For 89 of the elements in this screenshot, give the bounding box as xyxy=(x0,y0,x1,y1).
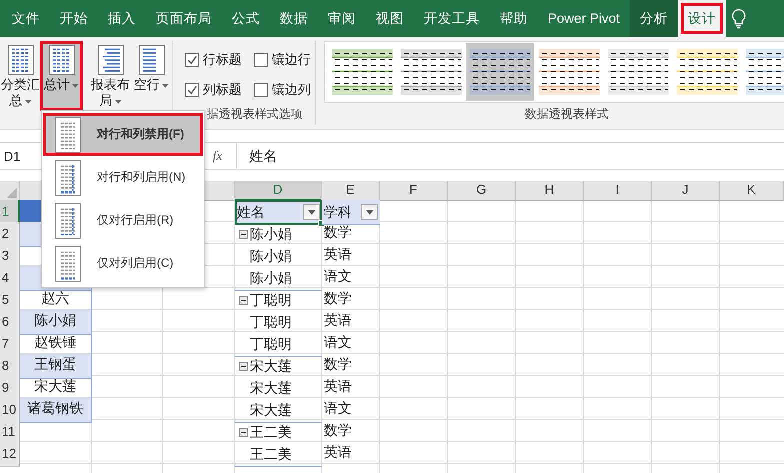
checkbox-option[interactable]: 镶边列 xyxy=(254,81,315,99)
caret-icon xyxy=(366,210,374,214)
table-cell: 陈小娟 xyxy=(20,310,92,335)
checkbox-option[interactable]: 列标题 xyxy=(185,81,246,99)
table-cell: 英语 xyxy=(324,378,352,394)
ribbon-tab[interactable]: 公式 xyxy=(222,0,270,37)
table-cell-text: 宋大莲 xyxy=(250,379,292,398)
table-icon xyxy=(138,45,164,75)
column-header[interactable]: H xyxy=(516,181,584,201)
table-cell: 数学 xyxy=(324,422,352,438)
checkmark-icon xyxy=(186,84,198,96)
checkbox-option[interactable]: 行标题 xyxy=(185,51,246,69)
column-header[interactable]: J xyxy=(652,181,720,201)
table-cell-text: 王二美 xyxy=(250,444,292,464)
ribbon-tab[interactable]: Power Pivot xyxy=(538,0,630,37)
menu-item[interactable]: 对行和列启用(N) xyxy=(43,156,203,199)
ribbon-tab[interactable]: 开发工具 xyxy=(414,0,490,37)
group-label: 数据透视表样式 xyxy=(524,106,610,123)
ribbon-tab[interactable]: 页面布局 xyxy=(146,0,222,37)
filter-button[interactable] xyxy=(361,204,378,220)
table-cell: 英语 xyxy=(324,444,352,460)
column-header[interactable]: I xyxy=(584,181,652,201)
menu-item[interactable]: 对行和列禁用(F) xyxy=(43,113,203,156)
table-cell-text: 丁聪明 xyxy=(250,313,292,332)
column-header[interactable]: D xyxy=(235,181,322,201)
table-icon xyxy=(55,246,81,282)
ribbon-button[interactable]: 分类汇总 xyxy=(0,42,41,110)
collapse-icon[interactable] xyxy=(239,296,248,305)
table-icon xyxy=(98,45,124,75)
ribbon-tab[interactable]: 分析 xyxy=(630,0,678,37)
ribbon-tab[interactable]: 数据 xyxy=(270,0,318,37)
ribbon-button[interactable]: 总计 xyxy=(41,42,82,110)
caret-icon xyxy=(24,100,32,104)
filter-button[interactable] xyxy=(303,204,320,220)
table-icon xyxy=(55,160,81,196)
table-cell: 语文 xyxy=(324,400,352,416)
table-cell-text: 宋大莲 xyxy=(250,357,292,376)
caret-icon xyxy=(308,210,316,214)
function-button[interactable]: fx xyxy=(213,148,222,164)
name-box[interactable]: D1 xyxy=(0,148,40,164)
caret-icon xyxy=(114,100,122,104)
table-cell: 数学 xyxy=(324,224,352,240)
ribbon-tab[interactable]: 开始 xyxy=(50,0,98,37)
table-cell-text: 宋大莲 xyxy=(250,400,292,420)
ribbon-tab[interactable]: 文件 xyxy=(2,0,50,37)
pivot-header-cell: 姓名 xyxy=(235,200,322,225)
table-cell: 诸葛钢铁 xyxy=(20,398,92,423)
ribbon-tab[interactable]: 插入 xyxy=(98,0,146,37)
menu-item[interactable]: 仅对行启用(R) xyxy=(43,199,203,242)
table-icon xyxy=(8,45,34,75)
column-header[interactable]: G xyxy=(448,181,516,201)
table-cell-text: 陈小娟 xyxy=(250,268,292,288)
table-cell-text: 陈小娟 xyxy=(250,247,292,266)
column-header[interactable]: K xyxy=(720,181,784,201)
row-header[interactable]: 12 xyxy=(0,442,20,467)
lightbulb-icon[interactable] xyxy=(732,8,746,28)
table-cell: 语文 xyxy=(324,268,352,284)
ribbon-tab[interactable]: 帮助 xyxy=(490,0,538,37)
table-icon xyxy=(55,202,81,238)
table-cell: 英语 xyxy=(324,246,352,262)
ribbon-tab[interactable]: 视图 xyxy=(366,0,414,37)
ribbon-tab[interactable]: 审阅 xyxy=(318,0,366,37)
table-cell: 王钢蛋 xyxy=(20,354,92,379)
collapse-icon[interactable] xyxy=(239,230,248,239)
checkbox-option[interactable]: 镶边行 xyxy=(254,51,315,69)
table-icon xyxy=(55,116,81,152)
ribbon-tab[interactable]: 设计 xyxy=(678,0,726,37)
table-icon xyxy=(48,45,74,75)
collapse-icon[interactable] xyxy=(239,428,248,437)
checkmark-icon xyxy=(186,54,198,66)
table-cell-text: 丁聪明 xyxy=(250,291,292,310)
ribbon-button[interactable]: 报表布局 xyxy=(90,42,131,110)
pivot-header-cell: 学科 xyxy=(322,200,380,225)
menu-item[interactable]: 仅对列启用(C) xyxy=(43,242,203,285)
table-cell-text: 丁聪明 xyxy=(250,334,292,354)
table-cell: 语文 xyxy=(324,334,352,350)
caret-icon xyxy=(72,84,79,88)
group-label: 据透视表样式选项 xyxy=(206,106,304,123)
table-cell: 英语 xyxy=(324,312,352,328)
collapse-icon[interactable] xyxy=(239,362,248,371)
caret-icon xyxy=(162,84,169,88)
table-cell: 数学 xyxy=(324,356,352,372)
column-header[interactable]: F xyxy=(380,181,448,201)
table-style-thumbnail[interactable] xyxy=(466,43,534,101)
table-cell-text: 王二美 xyxy=(250,423,292,442)
ribbon-button[interactable]: 空行 xyxy=(131,42,172,110)
formula-field[interactable]: 姓名 xyxy=(236,143,784,169)
table-cell: 数学 xyxy=(324,290,352,306)
table-cell-text: 陈小娟 xyxy=(250,225,292,244)
